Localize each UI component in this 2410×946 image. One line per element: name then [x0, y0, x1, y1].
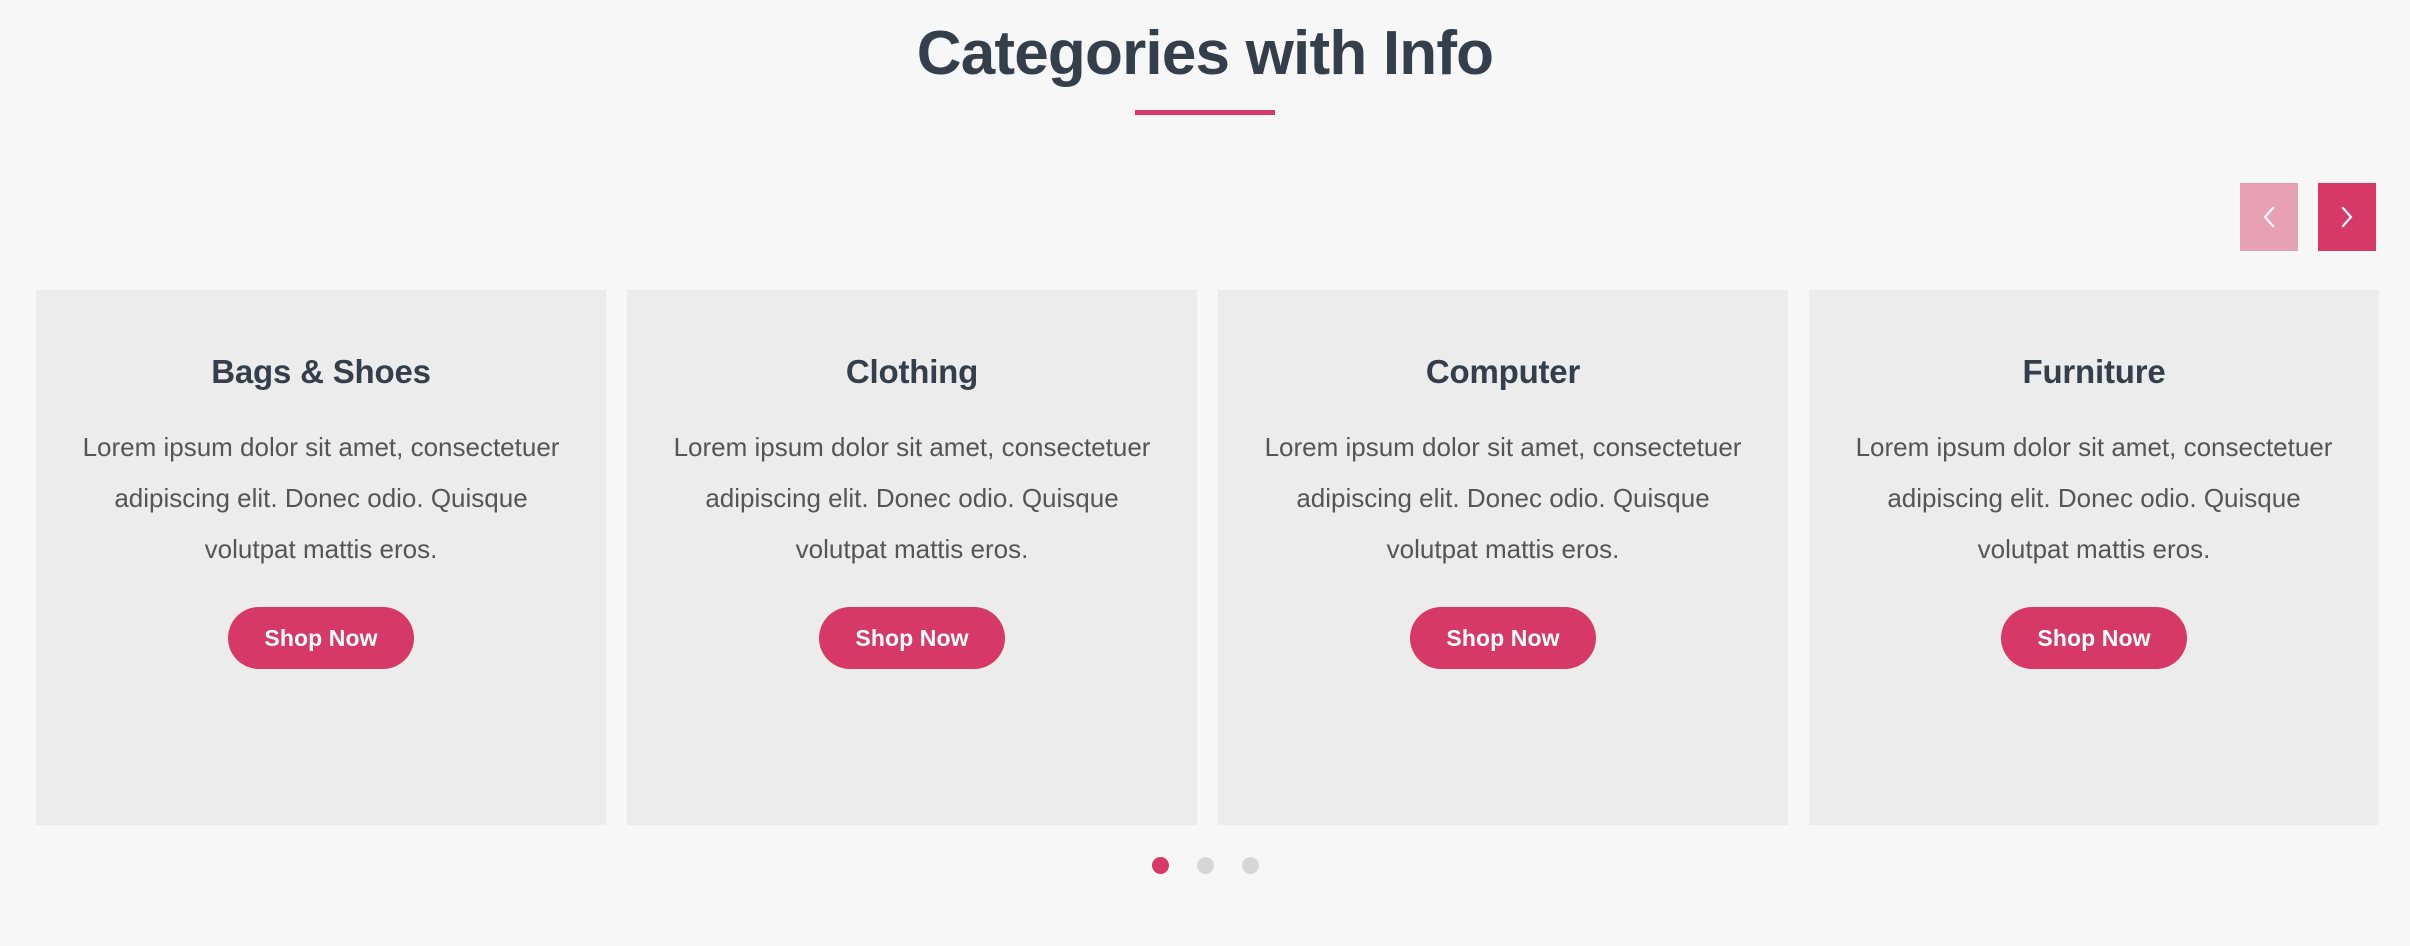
carousel-nav — [2240, 183, 2376, 251]
category-card[interactable]: Bags & Shoes Lorem ipsum dolor sit amet,… — [36, 290, 606, 825]
category-card[interactable]: Clothing Lorem ipsum dolor sit amet, con… — [627, 290, 1197, 825]
title-accent-bar — [1135, 110, 1275, 115]
category-description: Lorem ipsum dolor sit amet, consectetuer… — [82, 432, 560, 564]
category-title: Clothing — [845, 353, 979, 390]
category-card[interactable]: Computer Lorem ipsum dolor sit amet, con… — [1218, 290, 1788, 825]
category-title: Computer — [1425, 353, 1581, 390]
chevron-left-icon — [2258, 204, 2280, 230]
pagination-dot[interactable] — [1196, 857, 1214, 874]
category-description: Lorem ipsum dolor sit amet, consectetuer… — [1264, 432, 1742, 564]
shop-now-button[interactable]: Shop Now — [2001, 607, 2187, 669]
shop-now-button[interactable]: Shop Now — [819, 607, 1005, 669]
shop-now-button[interactable]: Shop Now — [228, 607, 414, 669]
shop-now-button[interactable]: Shop Now — [1410, 607, 1596, 669]
categories-section: Categories with Info Bags & Shoes Lorem … — [0, 0, 2410, 946]
category-title: Bags & Shoes — [211, 353, 431, 390]
section-header: Categories with Info — [0, 0, 2410, 115]
pagination-dot[interactable] — [1241, 857, 1259, 874]
page-title: Categories with Info — [916, 19, 1494, 88]
category-title: Furniture — [2022, 353, 2166, 390]
carousel-next-button[interactable] — [2318, 183, 2376, 251]
carousel-pagination — [0, 857, 2410, 874]
chevron-right-icon — [2336, 204, 2358, 230]
category-description: Lorem ipsum dolor sit amet, consectetuer… — [1855, 432, 2333, 564]
pagination-dot[interactable] — [1151, 857, 1169, 874]
category-cards-row: Bags & Shoes Lorem ipsum dolor sit amet,… — [36, 290, 2392, 825]
category-description: Lorem ipsum dolor sit amet, consectetuer… — [673, 432, 1151, 564]
carousel-prev-button[interactable] — [2240, 183, 2298, 251]
category-card[interactable]: Furniture Lorem ipsum dolor sit amet, co… — [1809, 290, 2379, 825]
